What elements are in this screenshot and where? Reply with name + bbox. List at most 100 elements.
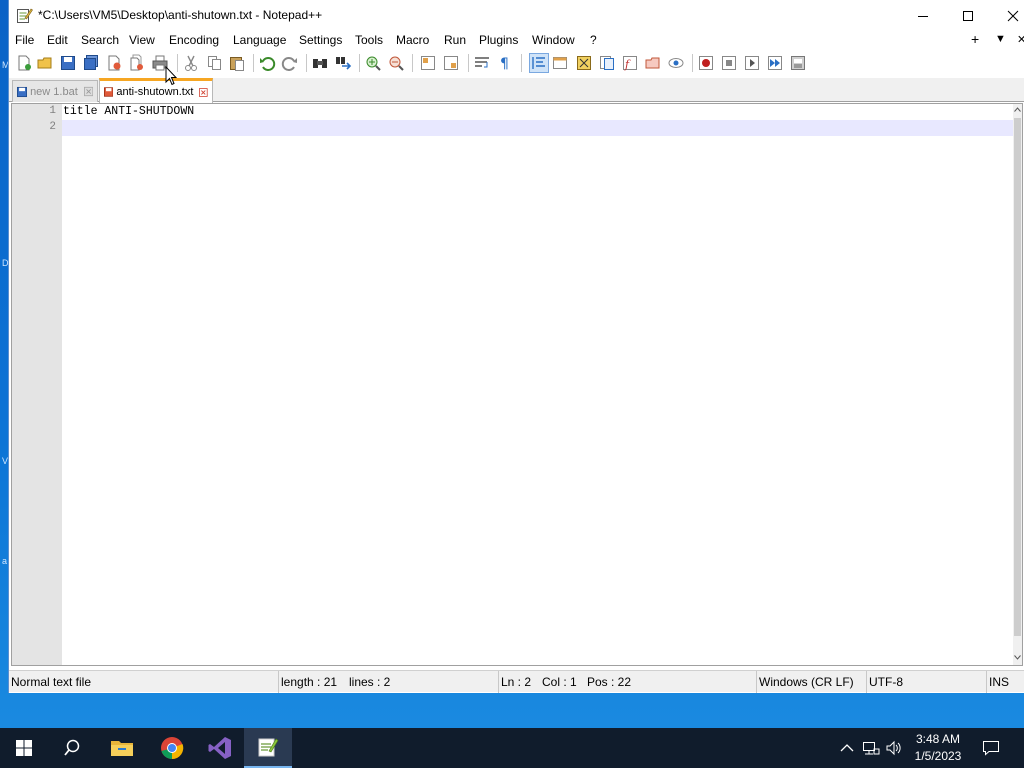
saved-file-icon [17,86,28,97]
close-document-button[interactable]: ✕ [1017,33,1024,46]
toolbar: ¶ f [9,51,1024,75]
sync-vertical-icon[interactable] [419,54,437,72]
record-macro-icon[interactable] [697,54,715,72]
taskbar-clock[interactable]: 3:48 AM 1/5/2023 [908,731,968,765]
notepadpp-icon [258,738,279,757]
replace-icon[interactable] [334,54,352,72]
folder-as-workspace-icon[interactable] [644,54,662,72]
notification-icon [983,741,999,756]
copy-icon[interactable] [205,54,223,72]
menu-encoding[interactable]: Encoding [169,33,219,47]
document-map-icon[interactable] [575,54,593,72]
toolbar-separator [306,54,307,72]
tray-network[interactable] [862,739,880,757]
sync-horizontal-icon[interactable] [442,54,460,72]
user-defined-language-icon[interactable] [551,54,569,72]
menu-view[interactable]: View [129,33,155,47]
code-line[interactable]: title ANTI-SHUTDOWN [62,104,1016,120]
taskbar-notepadpp[interactable] [244,728,292,768]
save-all-icon[interactable] [82,54,100,72]
scrollbar-thumb[interactable] [1014,118,1021,636]
status-encoding[interactable]: UTF-8 [867,671,987,693]
taskbar-visual-studio[interactable] [196,728,244,768]
status-bar: Normal text file length : 21 lines : 2 L… [9,670,1024,693]
playback-macro-icon[interactable] [743,54,761,72]
word-wrap-icon[interactable] [473,54,491,72]
new-file-icon[interactable] [15,54,33,72]
save-macro-icon[interactable] [789,54,807,72]
menu-run[interactable]: Run [444,33,466,47]
status-eol[interactable]: Windows (CR LF) [757,671,867,693]
stop-recording-icon[interactable] [720,54,738,72]
tab-anti-shutown-txt[interactable]: anti-shutown.txt [99,78,213,103]
close-tab-icon[interactable] [83,86,93,97]
save-icon[interactable] [59,54,77,72]
menu-search[interactable]: Search [81,33,119,47]
mouse-cursor [165,66,177,86]
close-icon[interactable] [105,54,123,72]
tab-list-dropdown-button[interactable]: ▼ [995,33,1006,45]
zoom-in-icon[interactable] [364,54,382,72]
zoom-out-icon[interactable] [387,54,405,72]
open-file-icon[interactable] [36,54,54,72]
taskbar-search-button[interactable] [48,728,96,768]
menu-window[interactable]: Window [532,33,575,47]
notepadpp-app-icon [17,8,33,23]
vertical-scrollbar[interactable] [1013,104,1022,665]
tray-show-hidden-button[interactable] [838,739,856,757]
close-tab-icon[interactable] [199,87,208,98]
close-all-icon[interactable] [128,54,146,72]
menu-tools[interactable]: Tools [355,33,383,47]
menu-language[interactable]: Language [233,33,286,47]
toolbar-separator [412,54,413,72]
minimize-icon [917,15,928,17]
monitoring-icon[interactable] [667,54,685,72]
redo-icon[interactable] [281,54,299,72]
run-macro-multiple-icon[interactable] [766,54,784,72]
status-length: length : 21 [281,675,338,689]
action-center-button[interactable] [982,739,1000,757]
close-icon [1007,10,1018,21]
menu-bar: File Edit Search View Encoding Language … [9,31,1024,51]
menu-macro[interactable]: Macro [396,33,429,47]
menu-help[interactable]: ? [590,33,597,47]
menu-settings[interactable]: Settings [299,33,342,47]
file-explorer-icon [111,741,133,756]
maximize-button[interactable] [945,0,990,31]
text-editor[interactable]: 1 2 title ANTI-SHUTDOWN [11,103,1023,666]
window-title: *C:\Users\VM5\Desktop\anti-shutown.txt -… [38,8,323,22]
new-tab-plus-button[interactable]: + [971,31,979,47]
find-icon[interactable] [311,54,329,72]
tab-new-1-bat[interactable]: new 1.bat [12,80,98,102]
toolbar-separator [521,54,522,72]
code-area[interactable]: title ANTI-SHUTDOWN [62,104,1016,665]
toolbar-separator [177,54,178,72]
show-all-characters-icon[interactable]: ¶ [496,54,514,72]
taskbar-file-explorer[interactable] [98,728,146,768]
code-line-current[interactable] [62,120,1016,136]
line-number: 1 [49,105,56,117]
menu-file[interactable]: File [15,33,34,47]
menu-edit[interactable]: Edit [47,33,68,47]
scroll-down-icon[interactable] [1014,654,1021,661]
function-list-icon[interactable]: f [621,54,639,72]
taskbar-chrome[interactable] [148,728,196,768]
status-insert-mode[interactable]: INS [987,671,1024,693]
line-number-gutter: 1 2 [12,104,62,665]
minimize-button[interactable] [900,0,945,31]
menu-plugins[interactable]: Plugins [479,33,518,47]
document-list-icon[interactable] [598,54,616,72]
start-button[interactable] [0,728,48,768]
indent-guide-icon[interactable] [529,53,549,73]
tray-volume[interactable] [885,739,903,757]
chevron-up-icon [840,744,854,752]
scroll-up-icon[interactable] [1014,106,1021,113]
undo-icon[interactable] [258,54,276,72]
close-window-button[interactable] [990,0,1024,31]
cut-icon[interactable] [182,54,200,72]
toolbar-separator [253,54,254,72]
title-bar[interactable]: *C:\Users\VM5\Desktop\anti-shutown.txt -… [9,0,1024,31]
chrome-icon [161,737,184,760]
paste-icon[interactable] [228,54,246,72]
status-col: Col : 1 [542,675,577,689]
